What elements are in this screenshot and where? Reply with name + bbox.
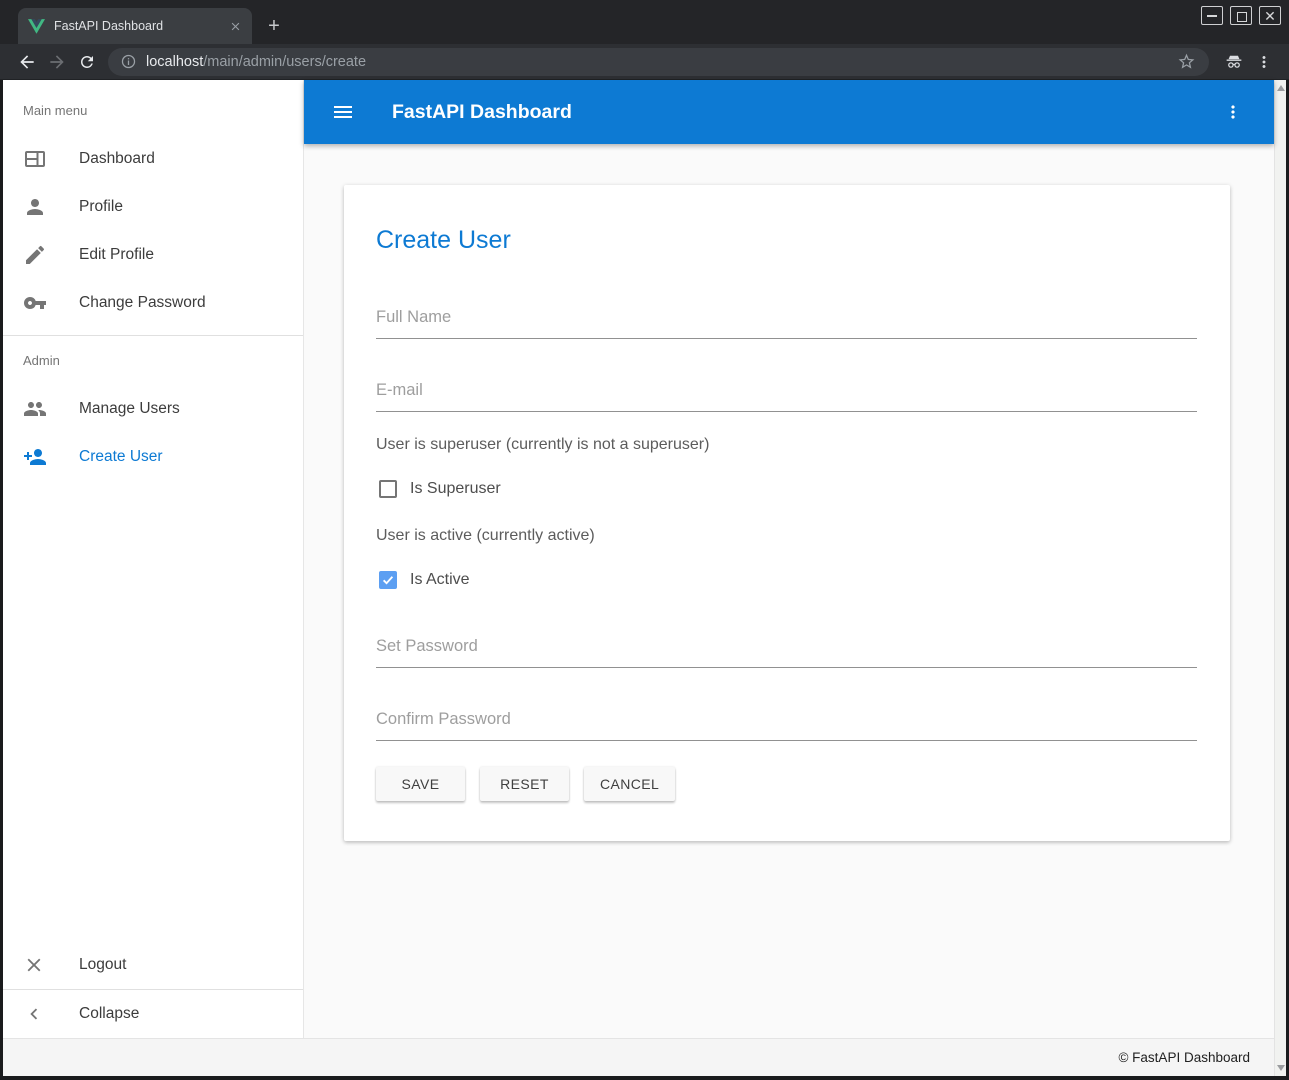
chevron-left-icon bbox=[23, 1002, 47, 1026]
person-icon bbox=[23, 195, 47, 219]
scroll-up-icon[interactable] bbox=[1277, 85, 1285, 91]
reset-button[interactable]: RESET bbox=[480, 767, 569, 801]
cancel-button[interactable]: CANCEL bbox=[584, 767, 675, 801]
sidebar-item-profile[interactable]: Profile bbox=[3, 183, 303, 231]
page-scrollbar[interactable] bbox=[1274, 80, 1286, 1076]
close-icon: ✕ bbox=[1260, 7, 1280, 24]
forward-button[interactable] bbox=[42, 47, 72, 77]
sidebar-item-label: Manage Users bbox=[79, 400, 180, 418]
bookmark-star-icon[interactable] bbox=[1171, 47, 1201, 77]
browser-window: FastAPI Dashboard + ✕ localhost/ma bbox=[0, 0, 1289, 1080]
key-icon bbox=[23, 291, 47, 315]
checkbox-label: Is Active bbox=[410, 571, 470, 589]
confirm-password-field bbox=[376, 710, 1197, 741]
back-button[interactable] bbox=[12, 47, 42, 77]
sidebar-section-admin: Admin bbox=[3, 336, 303, 377]
checkbox-label: Is Superuser bbox=[410, 480, 501, 498]
appbar-title: FastAPI Dashboard bbox=[392, 101, 1218, 124]
tab-close-icon[interactable] bbox=[226, 17, 244, 35]
url-text[interactable]: localhost/main/admin/users/create bbox=[146, 54, 1171, 70]
superuser-hint: User is superuser (currently is not a su… bbox=[376, 436, 1197, 454]
tab-title: FastAPI Dashboard bbox=[54, 19, 226, 33]
set-password-field bbox=[376, 637, 1197, 668]
person-add-icon bbox=[23, 445, 47, 469]
full-name-field bbox=[376, 308, 1197, 339]
set-password-input[interactable] bbox=[376, 637, 1197, 668]
people-icon bbox=[23, 397, 47, 421]
site-info-icon[interactable] bbox=[120, 53, 137, 70]
confirm-password-input[interactable] bbox=[376, 710, 1197, 741]
page-title: Create User bbox=[376, 223, 1197, 257]
sidebar-item-label: Change Password bbox=[79, 294, 206, 312]
sidebar-item-dashboard[interactable]: Dashboard bbox=[3, 135, 303, 183]
maximize-button[interactable] bbox=[1230, 6, 1252, 25]
active-hint: User is active (currently active) bbox=[376, 527, 1197, 545]
copyright-text: © FastAPI Dashboard bbox=[1118, 1050, 1250, 1065]
reload-button[interactable] bbox=[72, 47, 102, 77]
sidebar-item-label: Collapse bbox=[79, 1005, 139, 1023]
content-area: Create User User is superuser (currently… bbox=[304, 144, 1274, 1038]
app-footer: © FastAPI Dashboard bbox=[3, 1038, 1274, 1076]
email-input[interactable] bbox=[376, 381, 1197, 412]
sidebar-spacer bbox=[3, 481, 303, 941]
browser-menu-icon[interactable] bbox=[1249, 47, 1279, 77]
kebab-menu-icon[interactable] bbox=[1218, 97, 1248, 127]
close-window-button[interactable]: ✕ bbox=[1259, 6, 1281, 25]
sidebar-item-label: Dashboard bbox=[79, 150, 155, 168]
sidebar-item-label: Profile bbox=[79, 198, 123, 216]
url-path: /main/admin/users/create bbox=[203, 54, 366, 70]
new-tab-button[interactable]: + bbox=[263, 16, 285, 38]
sidebar-section-main-menu: Main menu bbox=[3, 80, 303, 127]
vue-logo-icon bbox=[28, 19, 45, 34]
browser-toolbar: localhost/main/admin/users/create bbox=[0, 44, 1289, 80]
sidebar-item-create-user[interactable]: Create User bbox=[3, 433, 303, 481]
browser-tab[interactable]: FastAPI Dashboard bbox=[18, 8, 252, 44]
scroll-down-icon[interactable] bbox=[1277, 1065, 1285, 1071]
sidebar-item-edit-profile[interactable]: Edit Profile bbox=[3, 231, 303, 279]
sidebar-item-manage-users[interactable]: Manage Users bbox=[3, 385, 303, 433]
page: Main menu Dashboard Profile bbox=[0, 80, 1289, 1080]
sidebar-item-label: Create User bbox=[79, 448, 163, 466]
incognito-icon bbox=[1219, 47, 1249, 77]
sidebar: Main menu Dashboard Profile bbox=[3, 80, 304, 1038]
sidebar-item-label: Logout bbox=[79, 956, 126, 974]
sidebar-item-label: Edit Profile bbox=[79, 246, 154, 264]
hamburger-menu-icon[interactable] bbox=[328, 97, 358, 127]
email-field bbox=[376, 381, 1197, 412]
main-area: FastAPI Dashboard Create User bbox=[304, 80, 1274, 1038]
url-host: localhost bbox=[146, 54, 203, 70]
full-name-input[interactable] bbox=[376, 308, 1197, 339]
sidebar-item-logout[interactable]: Logout bbox=[3, 941, 303, 989]
url-bar[interactable]: localhost/main/admin/users/create bbox=[108, 48, 1209, 76]
sidebar-item-change-password[interactable]: Change Password bbox=[3, 279, 303, 327]
close-icon bbox=[23, 953, 47, 977]
create-user-card: Create User User is superuser (currently… bbox=[344, 185, 1230, 841]
is-active-checkbox-row[interactable]: Is Active bbox=[376, 571, 1197, 589]
checkbox-icon[interactable] bbox=[379, 480, 397, 498]
appbar: FastAPI Dashboard bbox=[304, 80, 1274, 144]
checkbox-icon[interactable] bbox=[379, 571, 397, 589]
window-controls: ✕ bbox=[1201, 6, 1281, 25]
sidebar-item-collapse[interactable]: Collapse bbox=[3, 990, 303, 1038]
form-buttons: SAVE RESET CANCEL bbox=[376, 767, 1197, 801]
save-button[interactable]: SAVE bbox=[376, 767, 465, 801]
pencil-icon bbox=[23, 243, 47, 267]
browser-titlebar: FastAPI Dashboard + ✕ bbox=[0, 0, 1289, 44]
minimize-button[interactable] bbox=[1201, 6, 1223, 25]
dashboard-icon bbox=[23, 147, 47, 171]
is-superuser-checkbox-row[interactable]: Is Superuser bbox=[376, 480, 1197, 498]
